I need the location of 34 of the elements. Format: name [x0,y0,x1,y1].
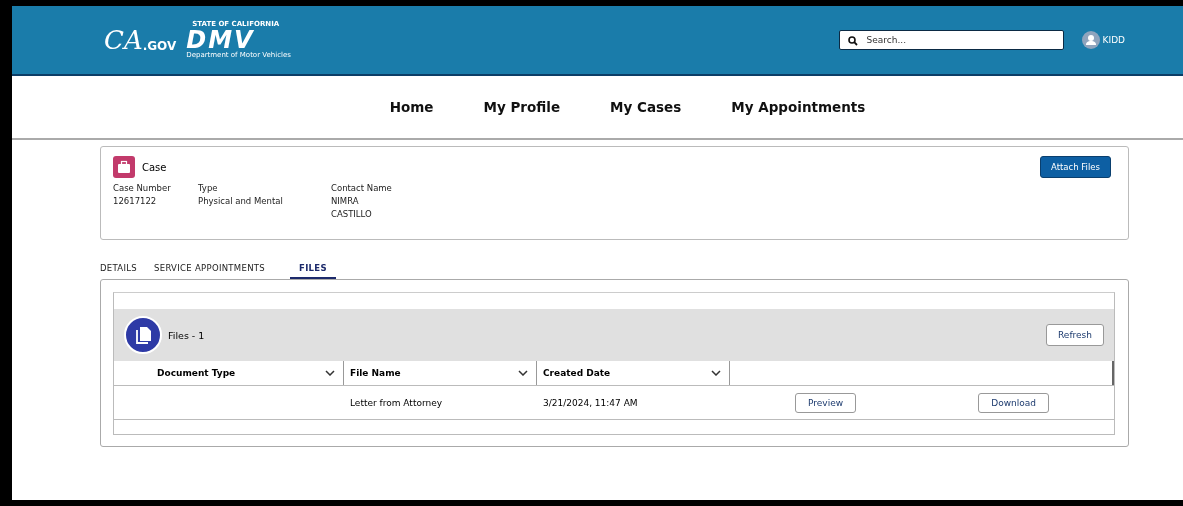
tab[interactable]: DETAILS [100,259,146,279]
table-cell: Letter from Attorney [350,397,443,408]
chevron-down-icon[interactable] [711,370,721,376]
search-field[interactable]: Search... [838,30,1064,50]
nav-link[interactable]: My Appointments [731,99,866,115]
column-header[interactable]: File Name [344,361,537,385]
column-header[interactable]: Created Date [537,361,730,385]
user-name[interactable]: KIDD [1102,35,1125,45]
refresh-button[interactable]: Refresh [1046,324,1104,346]
field-value: Physical and Mental [198,195,284,208]
ca-gov-logo[interactable]: CA.GOV [104,27,177,53]
field-value: CASTILLO [331,208,373,221]
chevron-down-icon[interactable] [325,370,335,376]
avatar-icon[interactable] [1081,31,1100,49]
field-value: NIMRA [331,195,360,208]
attach-files-button[interactable]: Attach Files [1040,156,1111,178]
tab[interactable]: FILES [290,259,336,279]
chevron-down-icon[interactable] [518,370,528,376]
field-label: Case Number [113,182,172,195]
tab[interactable]: SERVICE APPOINTMENTS [154,259,275,279]
field-label: Type [198,182,219,195]
table-cell: 3/21/2024, 11:47 AM [543,397,638,408]
column-header[interactable]: Document Type [114,361,344,385]
briefcase-icon [113,156,135,178]
download-button[interactable]: Download [978,392,1049,413]
nav-link[interactable]: My Profile [483,99,561,115]
field-value: 12617122 [113,195,158,208]
documents-icon [124,316,162,354]
files-title: Files - 1 [168,329,206,341]
nav-link[interactable]: My Cases [610,99,682,115]
field-label: Contact Name [331,182,392,195]
case-title: Case [142,161,167,173]
nav-link[interactable]: Home [389,99,434,115]
preview-button[interactable]: Preview [795,392,857,413]
